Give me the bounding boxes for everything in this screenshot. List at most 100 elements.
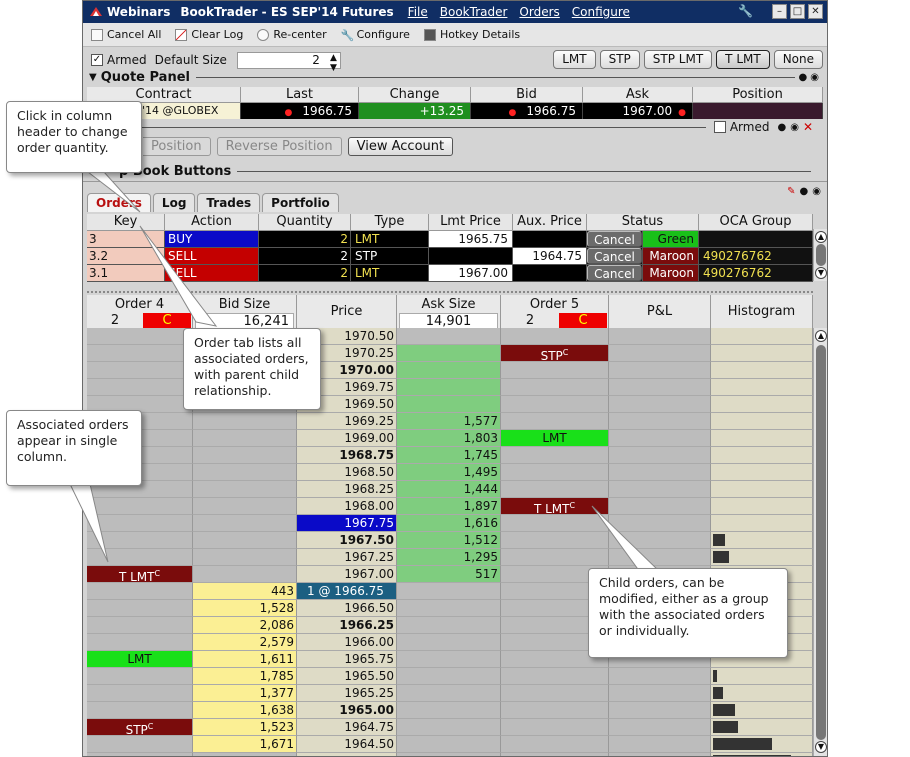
order-row-3[interactable]: 3 BUY 2 LMT 1965.75 Cancel Green <box>87 231 813 248</box>
re-center-button[interactable]: Re-center <box>257 28 327 41</box>
price-cell[interactable]: 1965.75 <box>297 651 397 668</box>
ask-size-cell[interactable] <box>397 736 501 753</box>
ask-size-cell[interactable] <box>397 685 501 702</box>
bid-size-cell[interactable] <box>193 549 297 566</box>
order5-cell[interactable] <box>501 464 609 481</box>
bid-size-cell[interactable]: 1,377 <box>193 685 297 702</box>
order4-cell[interactable] <box>87 532 193 549</box>
order4-cell[interactable] <box>87 549 193 566</box>
order-type-stp[interactable]: STP <box>599 50 640 69</box>
order4-cell[interactable] <box>87 702 193 719</box>
bid-size-cell[interactable]: 2,579 <box>193 634 297 651</box>
options-armed-checkbox[interactable] <box>713 121 726 133</box>
pl-header[interactable]: P&L <box>609 295 711 328</box>
cancel-button[interactable]: Cancel <box>587 231 642 247</box>
bid-size-cell[interactable] <box>193 566 297 583</box>
price-cell[interactable]: 1965.50 <box>297 668 397 685</box>
order5-cell[interactable]: STPC <box>501 345 609 362</box>
order4-cell[interactable]: LMT <box>87 651 193 668</box>
menu-configure[interactable]: Configure <box>572 5 630 19</box>
price-cell[interactable]: 1966.50 <box>297 600 397 617</box>
bid-size-cell[interactable] <box>193 430 297 447</box>
order4-cell[interactable] <box>87 515 193 532</box>
tab-trades[interactable]: Trades <box>197 193 261 212</box>
order-type-t-lmt[interactable]: T LMT <box>716 50 770 69</box>
bid-size-cell[interactable]: 1,638 <box>193 702 297 719</box>
settings-icon[interactable]: ◉ <box>810 72 819 83</box>
link-icon[interactable]: ● <box>799 72 808 83</box>
order5-cell[interactable] <box>501 549 609 566</box>
price-cell[interactable]: 1968.25 <box>297 481 397 498</box>
scroll-thumb[interactable] <box>816 244 826 266</box>
order4-cell[interactable] <box>87 600 193 617</box>
tab-portfolio[interactable]: Portfolio <box>262 193 339 212</box>
price-cell[interactable]: 1965.00 <box>297 702 397 719</box>
price-cell[interactable]: 1964.25 <box>297 753 397 756</box>
close-icon[interactable]: ✕ <box>803 120 813 134</box>
hotkey-details-button[interactable]: Hotkey Details <box>423 28 520 41</box>
ladder-row[interactable]: 1967.50 1,512 <box>87 532 813 549</box>
ask-size-cell[interactable] <box>397 362 501 379</box>
order5-cell[interactable] <box>501 685 609 702</box>
order4-cell[interactable] <box>87 617 193 634</box>
configure-button[interactable]: 🔧 Configure <box>341 28 410 42</box>
bid-size-cell[interactable]: 2,086 <box>193 617 297 634</box>
ask-size-cell[interactable]: 1,495 <box>397 464 501 481</box>
order4-cell[interactable] <box>87 736 193 753</box>
menu-orders[interactable]: Orders <box>519 5 559 19</box>
ladder-row[interactable]: 1,671 1964.50 <box>87 736 813 753</box>
order4-cell[interactable] <box>87 328 193 345</box>
splitter[interactable] <box>87 291 813 293</box>
orders-scrollbar[interactable]: ▲ ▼ <box>813 229 827 281</box>
price-cell[interactable]: 1969.25 <box>297 413 397 430</box>
ladder-row[interactable]: 1,638 1965.00 <box>87 702 813 719</box>
scroll-up-icon[interactable]: ▲ <box>815 231 827 243</box>
price-cell[interactable]: 1966.25 <box>297 617 397 634</box>
bid-size-cell[interactable] <box>193 498 297 515</box>
order5-cell[interactable] <box>501 532 609 549</box>
order4-cell[interactable] <box>87 753 193 756</box>
order5-cell[interactable]: T LMTC <box>501 498 609 515</box>
bid-size-cell[interactable] <box>193 753 297 756</box>
price-cell[interactable]: 1966.00 <box>297 634 397 651</box>
bid-size-cell[interactable] <box>193 481 297 498</box>
ask-size-cell[interactable] <box>397 753 501 756</box>
ask-size-cell[interactable]: 1,444 <box>397 481 501 498</box>
order5-cell[interactable] <box>501 515 609 532</box>
price-cell[interactable]: 1967.25 <box>297 549 397 566</box>
price-cell[interactable]: 1 @ 1966.75 <box>297 583 397 600</box>
menu-file[interactable]: File <box>408 5 428 19</box>
bid-size-cell[interactable] <box>193 515 297 532</box>
bid-size-cell[interactable]: 1,785 <box>193 668 297 685</box>
minimize-button[interactable]: – <box>772 4 787 19</box>
order4-cell[interactable]: STPC <box>87 719 193 736</box>
ladder-row[interactable]: 1967.25 1,295 <box>87 549 813 566</box>
price-cell[interactable]: 1964.75 <box>297 719 397 736</box>
ask-size-cell[interactable] <box>397 651 501 668</box>
ask-size-cell[interactable] <box>397 719 501 736</box>
ask-size-cell[interactable] <box>397 328 501 345</box>
bid-size-header[interactable]: Bid Size 16,241 <box>193 295 297 330</box>
price-cell[interactable]: 1968.00 <box>297 498 397 515</box>
order5-cell[interactable] <box>501 702 609 719</box>
order5-cell[interactable] <box>501 447 609 464</box>
ladder-row[interactable]: STPC 1,523 1964.75 <box>87 719 813 736</box>
order5-cell[interactable]: LMT <box>501 430 609 447</box>
bid-size-cell[interactable]: 443 <box>193 583 297 600</box>
ask-size-cell[interactable]: 1,295 <box>397 549 501 566</box>
order5-cell[interactable] <box>501 481 609 498</box>
scroll-up-icon[interactable]: ▲ <box>815 330 827 342</box>
order4-cell[interactable] <box>87 685 193 702</box>
order-type-lmt[interactable]: LMT <box>553 50 596 69</box>
price-cell[interactable]: 1967.00 <box>297 566 397 583</box>
price-header[interactable]: Price <box>297 295 397 328</box>
ask-size-cell[interactable]: 1,512 <box>397 532 501 549</box>
price-cell[interactable]: 1964.50 <box>297 736 397 753</box>
settings-icon[interactable]: ◉ <box>790 122 799 133</box>
view-account-button[interactable]: View Account <box>347 137 454 156</box>
cancel-button[interactable]: Cancel <box>587 248 642 264</box>
histogram-header[interactable]: Histogram <box>711 295 813 328</box>
order4-cell[interactable] <box>87 498 193 515</box>
order4-cell[interactable] <box>87 583 193 600</box>
close-button[interactable]: ✕ <box>808 4 823 19</box>
